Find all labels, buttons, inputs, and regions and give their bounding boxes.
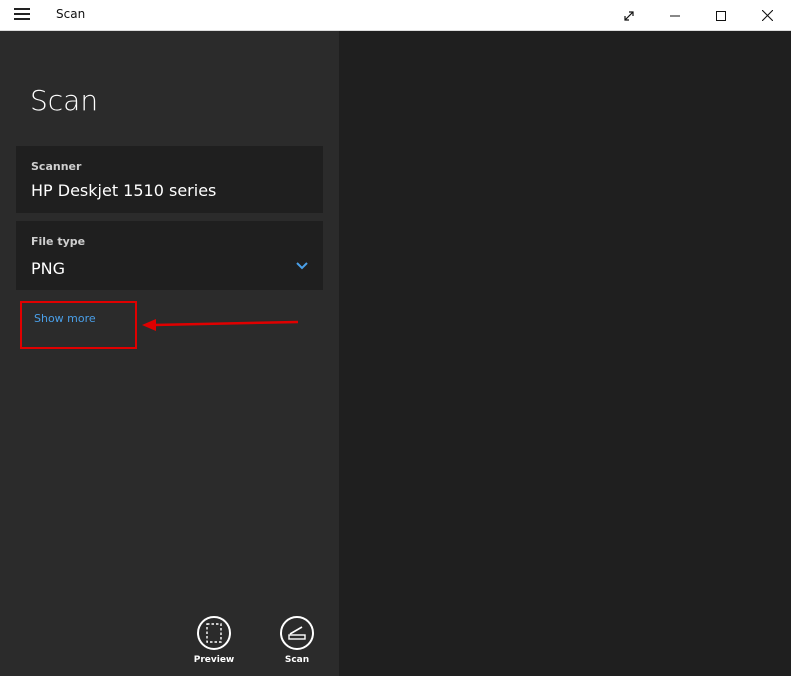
file-type-dropdown[interactable]: File type PNG [16, 221, 323, 290]
maximize-button[interactable] [698, 0, 744, 31]
title-bar: Scan [0, 0, 791, 31]
preview-icon [206, 623, 222, 643]
file-type-label: File type [31, 235, 86, 248]
close-button[interactable] [744, 0, 790, 31]
scanner-value: HP Deskjet 1510 series [31, 181, 217, 200]
window-title: Scan [56, 7, 86, 21]
scan-button[interactable]: Scan [267, 616, 327, 676]
minimize-icon [670, 15, 680, 16]
minimize-button[interactable] [652, 0, 698, 31]
settings-pane: Scan Scanner HP Deskjet 1510 series File… [0, 31, 339, 676]
preview-button[interactable]: Preview [184, 616, 244, 676]
preview-label: Preview [193, 655, 235, 665]
annotation-arrow-icon [142, 319, 299, 331]
maximize-icon [716, 10, 726, 21]
annotation-highlight-box [20, 301, 137, 349]
scanner-label: Scanner [31, 160, 82, 173]
file-type-value: PNG [31, 259, 66, 278]
scan-label: Scan [284, 655, 310, 665]
scanner-selector[interactable]: Scanner HP Deskjet 1510 series [16, 146, 323, 213]
hamburger-menu-icon[interactable] [14, 8, 30, 22]
scanner-icon [288, 626, 306, 640]
show-more-link[interactable]: Show more [34, 312, 96, 325]
restore-arrows-icon[interactable] [606, 0, 652, 31]
preview-area [339, 31, 791, 676]
page-title: Scan [30, 84, 99, 117]
chevron-down-icon[interactable] [295, 261, 309, 271]
close-icon [761, 10, 773, 21]
